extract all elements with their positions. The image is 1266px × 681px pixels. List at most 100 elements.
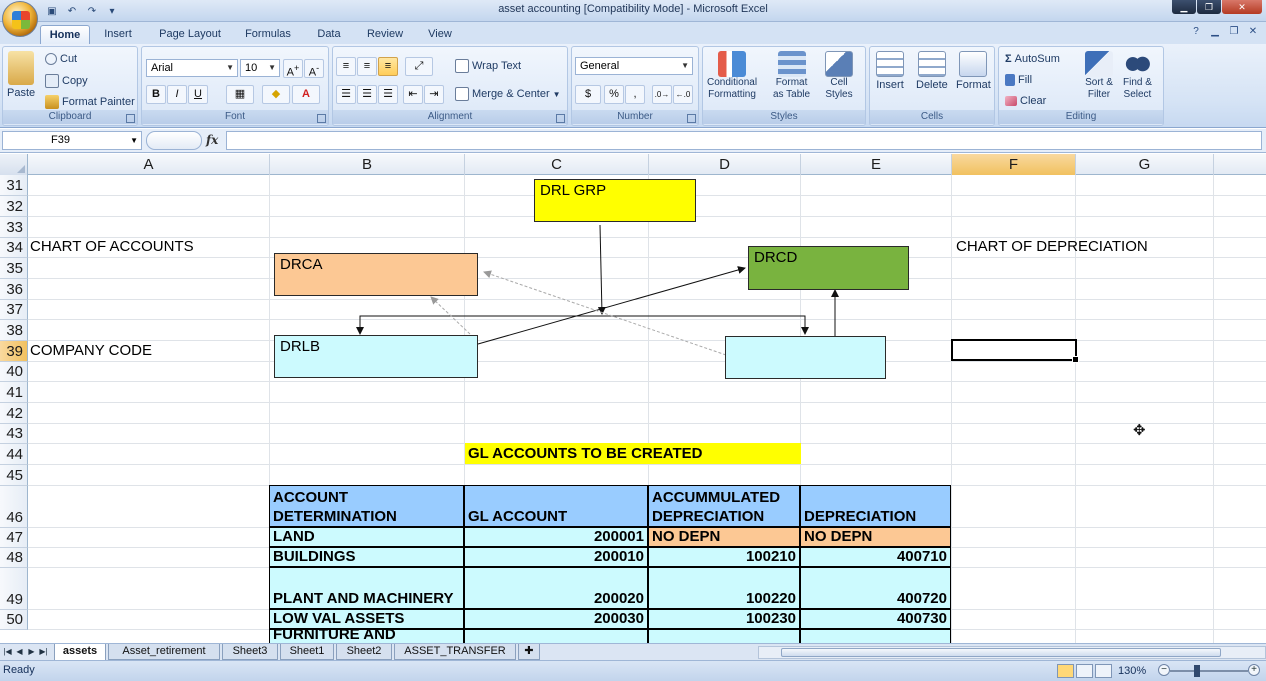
table-row-2-col-4[interactable]: 400710: [800, 547, 951, 567]
tab-view[interactable]: View: [420, 25, 460, 44]
table-row-5-col-3[interactable]: [648, 629, 800, 644]
sheet-tab-sheet2[interactable]: Sheet2: [336, 644, 392, 660]
formula-input[interactable]: [226, 131, 1262, 150]
insert-cells-button[interactable]: Insert: [876, 51, 904, 91]
alignment-dialog-launcher-icon[interactable]: [556, 114, 565, 123]
format-cells-button[interactable]: Format: [956, 51, 991, 91]
insert-sheet-icon[interactable]: ✚: [518, 644, 540, 660]
sheet-tab-asset-transfer[interactable]: ASSET_TRANSFER: [394, 644, 516, 660]
paste-button[interactable]: Paste: [7, 51, 35, 99]
zoom-slider[interactable]: − +: [1158, 664, 1260, 678]
close-icon[interactable]: ✕: [1222, 0, 1262, 14]
header-gl-account[interactable]: GL ACCOUNT: [464, 485, 648, 527]
sheet-tab-assets[interactable]: assets: [54, 644, 106, 661]
horizontal-scrollbar[interactable]: [758, 646, 1266, 659]
increase-decimal-icon[interactable]: .0→: [652, 85, 672, 104]
page-break-view-icon[interactable]: [1095, 664, 1112, 678]
align-middle-icon[interactable]: ≡: [357, 57, 377, 76]
tab-formulas[interactable]: Formulas: [238, 25, 298, 44]
table-row-3-col-2[interactable]: 200020: [464, 567, 648, 609]
currency-icon[interactable]: $: [575, 85, 601, 104]
align-left-icon[interactable]: ☰: [336, 85, 356, 104]
bold-button[interactable]: B: [146, 85, 166, 104]
shape-drca[interactable]: DRCA: [274, 253, 478, 296]
cut-button[interactable]: Cut: [45, 53, 77, 65]
clear-button[interactable]: Clear: [1005, 95, 1046, 107]
delete-cells-button[interactable]: Delete: [916, 51, 948, 91]
sheet-tab-asset-retirement[interactable]: Asset_retirement: [108, 644, 220, 660]
cell-styles-button[interactable]: Cell Styles: [825, 51, 853, 101]
decrease-decimal-icon[interactable]: ←.0: [673, 85, 693, 104]
percent-icon[interactable]: %: [604, 85, 624, 104]
sheet-tab-sheet1[interactable]: Sheet1: [280, 644, 334, 660]
table-row-3-col-3[interactable]: 100220: [648, 567, 800, 609]
table-row-3-col-4[interactable]: 400720: [800, 567, 951, 609]
decrease-indent-icon[interactable]: ⇤: [403, 85, 423, 104]
increase-indent-icon[interactable]: ⇥: [424, 85, 444, 104]
align-center-icon[interactable]: ☰: [357, 85, 377, 104]
name-box[interactable]: F39 ▼: [2, 131, 142, 150]
tab-review[interactable]: Review: [360, 25, 410, 44]
prev-sheet-icon[interactable]: ◀: [14, 646, 25, 658]
insert-function-icon[interactable]: fx: [206, 133, 218, 147]
table-row-4-col-2[interactable]: 200030: [464, 609, 648, 629]
header-depreciation[interactable]: DEPRECIATION: [800, 485, 951, 527]
zoom-in-icon[interactable]: +: [1248, 664, 1260, 676]
number-dialog-launcher-icon[interactable]: [687, 114, 696, 123]
scrollbar-thumb[interactable]: [781, 648, 1221, 657]
grow-font-button[interactable]: A+: [283, 59, 303, 79]
orientation-icon[interactable]: ⤢: [405, 57, 433, 76]
help-icon[interactable]: ?: [1189, 26, 1203, 40]
minimize-workbook-icon[interactable]: ▁: [1208, 26, 1222, 40]
table-row-5-col-2[interactable]: [464, 629, 648, 644]
restore-icon[interactable]: ❐: [1197, 0, 1221, 14]
shape-drcd[interactable]: DRCD: [748, 246, 909, 290]
merge-center-button[interactable]: Merge & Center ▼: [455, 87, 561, 101]
comma-icon[interactable]: ,: [625, 85, 645, 104]
align-top-icon[interactable]: ≡: [336, 57, 356, 76]
table-row-2-col-1[interactable]: BUILDINGS: [269, 547, 464, 567]
find-select-button[interactable]: Find & Select: [1123, 51, 1152, 101]
wrap-text-button[interactable]: Wrap Text: [455, 59, 521, 73]
borders-icon[interactable]: ▦: [226, 85, 254, 104]
zoom-knob[interactable]: [1194, 665, 1200, 677]
font-dialog-launcher-icon[interactable]: [317, 114, 326, 123]
table-row-2-col-2[interactable]: 200010: [464, 547, 648, 567]
align-bottom-icon[interactable]: ≡: [378, 57, 398, 76]
copy-button[interactable]: Copy: [45, 74, 88, 88]
tab-data[interactable]: Data: [308, 25, 350, 44]
number-format-combo[interactable]: General ▼: [575, 57, 693, 75]
format-as-table-button[interactable]: Format as Table: [773, 51, 810, 101]
formula-expand-handle[interactable]: [146, 131, 202, 150]
close-workbook-icon[interactable]: ✕: [1246, 26, 1260, 40]
tab-insert[interactable]: Insert: [96, 25, 140, 44]
table-row-1-col-4[interactable]: NO DEPN: [800, 527, 951, 547]
minimize-icon[interactable]: ▁: [1172, 0, 1196, 14]
zoom-out-icon[interactable]: −: [1158, 664, 1170, 676]
table-row-2-col-3[interactable]: 100210: [648, 547, 800, 567]
first-sheet-icon[interactable]: |◀: [2, 646, 13, 658]
sort-filter-button[interactable]: Sort & Filter: [1085, 51, 1113, 101]
font-color-icon[interactable]: A: [292, 85, 320, 104]
selected-cell-f39[interactable]: [951, 339, 1079, 363]
office-button[interactable]: [2, 1, 38, 37]
last-sheet-icon[interactable]: ▶|: [38, 646, 49, 658]
tab-home[interactable]: Home: [40, 25, 90, 44]
next-sheet-icon[interactable]: ▶: [26, 646, 37, 658]
font-name-combo[interactable]: Arial ▼: [146, 59, 238, 77]
table-row-5-col-1[interactable]: FURNITURE AND: [269, 626, 464, 644]
align-right-icon[interactable]: ☰: [378, 85, 398, 104]
shrink-font-button[interactable]: A-: [304, 59, 324, 79]
font-size-combo[interactable]: 10 ▼: [240, 59, 280, 77]
header-accumulated-depreciation[interactable]: ACCUMMULATED DEPRECIATION: [648, 485, 800, 527]
table-row-1-col-1[interactable]: LAND: [269, 527, 464, 547]
sheet-tab-sheet3[interactable]: Sheet3: [222, 644, 278, 660]
shape-blank[interactable]: [725, 336, 886, 379]
header-account-determination[interactable]: ACCOUNT DETERMINATION: [269, 485, 464, 527]
page-layout-view-icon[interactable]: [1076, 664, 1093, 678]
fill-color-icon[interactable]: ◆: [262, 85, 290, 104]
table-row-3-col-1[interactable]: PLANT AND MACHINERY: [269, 567, 464, 609]
table-row-4-col-3[interactable]: 100230: [648, 609, 800, 629]
underline-button[interactable]: U: [188, 85, 208, 104]
table-row-4-col-4[interactable]: 400730: [800, 609, 951, 629]
